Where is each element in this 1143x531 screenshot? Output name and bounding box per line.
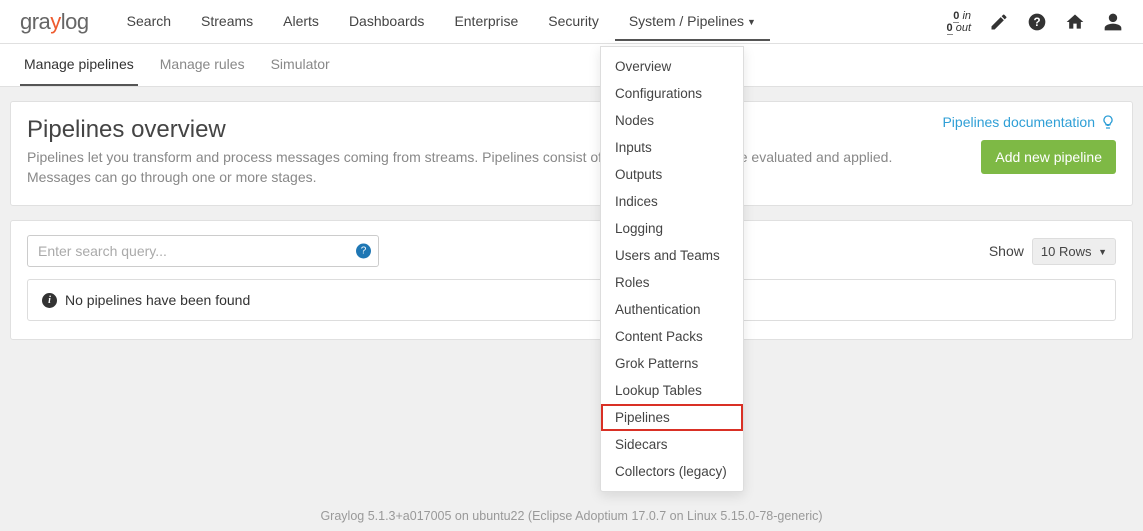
main-nav: Search Streams Alerts Dashboards Enterpr… <box>113 3 770 41</box>
out-count: 0 <box>947 22 953 35</box>
rows-select[interactable]: 10 Rows ▼ <box>1032 238 1116 265</box>
nav-system-pipelines[interactable]: System / Pipelines▼ <box>615 3 770 41</box>
dropdown-item-users-and-teams[interactable]: Users and Teams <box>601 242 743 269</box>
dropdown-item-authentication[interactable]: Authentication <box>601 296 743 323</box>
user-icon[interactable] <box>1103 12 1123 32</box>
topbar-right: 0 in 0 out ? <box>947 10 1123 34</box>
info-icon: i <box>42 293 57 308</box>
page-description: Pipelines let you transform and process … <box>27 148 957 187</box>
help-icon[interactable]: ? <box>1027 12 1047 32</box>
dropdown-item-roles[interactable]: Roles <box>601 269 743 296</box>
dropdown-item-inputs[interactable]: Inputs <box>601 134 743 161</box>
rows-label: 10 Rows <box>1041 244 1092 259</box>
nav-alerts[interactable]: Alerts <box>269 3 333 41</box>
caret-down-icon: ▼ <box>747 17 756 27</box>
out-label: out <box>956 22 971 34</box>
dropdown-item-nodes[interactable]: Nodes <box>601 107 743 134</box>
nav-dashboards[interactable]: Dashboards <box>335 3 439 41</box>
home-icon[interactable] <box>1065 12 1085 32</box>
show-rows-group: Show 10 Rows ▼ <box>989 238 1116 265</box>
add-new-pipeline-button[interactable]: Add new pipeline <box>981 140 1116 174</box>
search-row: ? Show 10 Rows ▼ <box>27 235 1116 267</box>
dropdown-item-sidecars[interactable]: Sidecars <box>601 431 743 458</box>
empty-message: No pipelines have been found <box>65 292 250 308</box>
documentation-link[interactable]: Pipelines documentation <box>942 114 1116 130</box>
nav-streams[interactable]: Streams <box>187 3 267 41</box>
dropdown-item-grok-patterns[interactable]: Grok Patterns <box>601 350 743 377</box>
dropdown-item-outputs[interactable]: Outputs <box>601 161 743 188</box>
subnav-simulator[interactable]: Simulator <box>267 44 334 86</box>
logo-part: log <box>61 9 89 34</box>
nav-label: System / Pipelines <box>629 13 744 29</box>
footer-version: Graylog 5.1.3+a017005 on ubuntu22 (Eclip… <box>0 509 1143 523</box>
dropdown-item-collectors-legacy-[interactable]: Collectors (legacy) <box>601 458 743 485</box>
sub-nav: Manage pipelines Manage rules Simulator <box>0 44 1143 87</box>
nav-search[interactable]: Search <box>113 3 185 41</box>
dropdown-item-configurations[interactable]: Configurations <box>601 80 743 107</box>
system-dropdown-menu: OverviewConfigurationsNodesInputsOutputs… <box>600 46 744 492</box>
throughput-counter: 0 in 0 out <box>947 10 971 34</box>
svg-text:?: ? <box>1033 16 1040 29</box>
header-actions: Pipelines documentation Add new pipeline <box>942 114 1116 174</box>
caret-down-icon: ▼ <box>1098 247 1107 257</box>
empty-state: i No pipelines have been found <box>27 279 1116 321</box>
search-input[interactable] <box>27 235 379 267</box>
in-label: in <box>962 10 971 22</box>
lightbulb-icon <box>1100 114 1116 130</box>
show-label: Show <box>989 243 1024 259</box>
search-help-icon[interactable]: ? <box>356 244 371 259</box>
dropdown-item-lookup-tables[interactable]: Lookup Tables <box>601 377 743 404</box>
logo-part: gra <box>20 9 50 34</box>
logo[interactable]: graylog <box>20 9 89 35</box>
dropdown-item-logging[interactable]: Logging <box>601 215 743 242</box>
logo-part: y <box>50 9 61 34</box>
subnav-manage-rules[interactable]: Manage rules <box>156 44 249 86</box>
header-panel: Pipelines overview Pipelines let you tra… <box>10 101 1133 206</box>
dropdown-item-content-packs[interactable]: Content Packs <box>601 323 743 350</box>
dropdown-item-indices[interactable]: Indices <box>601 188 743 215</box>
dropdown-item-overview[interactable]: Overview <box>601 53 743 80</box>
doc-link-label: Pipelines documentation <box>942 114 1095 130</box>
nav-enterprise[interactable]: Enterprise <box>440 3 532 41</box>
dropdown-item-pipelines[interactable]: Pipelines <box>601 404 743 431</box>
top-navbar: graylog Search Streams Alerts Dashboards… <box>0 0 1143 44</box>
list-panel: ? Show 10 Rows ▼ i No pipelines have bee… <box>10 220 1133 340</box>
scratchpad-icon[interactable] <box>989 12 1009 32</box>
search-input-wrap: ? <box>27 235 379 267</box>
subnav-manage-pipelines[interactable]: Manage pipelines <box>20 44 138 86</box>
nav-security[interactable]: Security <box>534 3 613 41</box>
